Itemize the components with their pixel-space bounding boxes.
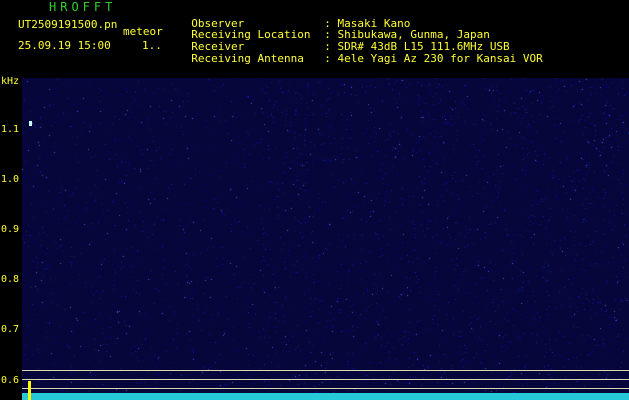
frequency-marker-line: [22, 379, 629, 380]
y-tick: 0.9: [1, 224, 20, 235]
timestamp: 25.09.19 15:00: [18, 39, 111, 52]
info-key: Receiving Antenna: [191, 52, 304, 65]
spectrogram-noise: [22, 78, 629, 400]
y-tick: 0.8: [1, 274, 20, 285]
app-title: HROFFT: [49, 0, 117, 14]
y-tick: 0.7: [1, 324, 20, 335]
y-tick: 1.0: [1, 174, 20, 185]
y-tick: 0.6: [1, 375, 20, 386]
frequency-marker-line: [22, 370, 629, 371]
signal-peak-marker: [28, 381, 31, 400]
y-axis-unit: kHz: [1, 76, 20, 87]
mode-label: meteor: [123, 25, 163, 38]
signal-level-trace: [22, 393, 629, 400]
count-label: 1..: [142, 39, 162, 52]
file-name: UT2509191500.pn: [18, 18, 118, 31]
spectrogram-waterfall: [22, 78, 629, 400]
info-row-antenna: Receiving Antenna : 4ele Yagi Az 230 for …: [178, 41, 543, 65]
frequency-marker-line: [22, 388, 629, 389]
meteor-echo-mark: [29, 121, 32, 126]
y-tick: 1.1: [1, 124, 20, 135]
info-value: : 4ele Yagi Az 230 for Kansai VOR: [324, 52, 543, 65]
